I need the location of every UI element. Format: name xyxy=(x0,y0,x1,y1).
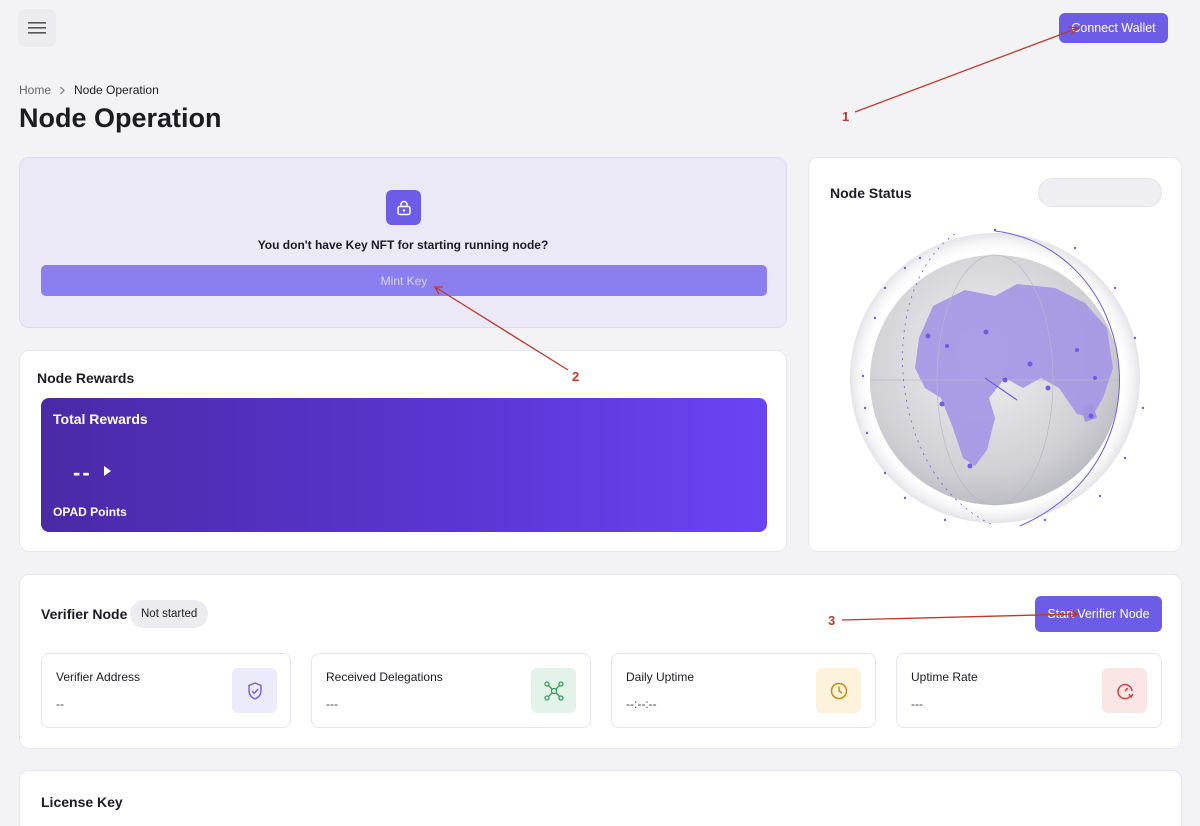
verifier-node-card: Verifier Node Not started Start Verifier… xyxy=(19,574,1182,749)
annotation-1: 1 xyxy=(842,109,850,124)
stat-uptime-rate: Uptime Rate --- xyxy=(896,653,1162,728)
breadcrumb: Home Node Operation xyxy=(19,83,159,97)
stat-value: --:--:-- xyxy=(626,697,657,711)
node-status-selector[interactable] xyxy=(1038,178,1162,207)
hamburger-icon xyxy=(28,22,46,34)
shield-check-icon xyxy=(232,668,277,713)
mint-message: You don't have Key NFT for starting runn… xyxy=(257,238,549,252)
stat-label: Daily Uptime xyxy=(626,670,695,684)
start-verifier-node-button[interactable]: Start Verifier Node xyxy=(1035,596,1162,632)
node-rewards-card: Node Rewards Total Rewards -- OPAD Point… xyxy=(19,350,787,552)
total-rewards-value: -- xyxy=(73,460,92,485)
connect-wallet-button[interactable]: Connect Wallet xyxy=(1059,13,1168,43)
page-title: Node Operation xyxy=(19,103,222,133)
stat-received-delegations: Received Delegations --- xyxy=(311,653,591,728)
verifier-node-title: Verifier Node xyxy=(41,606,128,622)
stat-daily-uptime: Daily Uptime --:--:-- xyxy=(611,653,876,728)
node-rewards-title: Node Rewards xyxy=(37,370,135,386)
stat-value: --- xyxy=(911,697,923,711)
clock-icon xyxy=(816,668,861,713)
stat-value: -- xyxy=(56,697,64,711)
chevron-right-icon xyxy=(60,86,65,94)
play-icon xyxy=(104,466,111,476)
lock-icon xyxy=(386,190,421,225)
mint-key-card: You don't have Key NFT for starting runn… xyxy=(19,157,787,328)
total-rewards-panel: Total Rewards -- OPAD Points xyxy=(41,398,767,532)
annotation-3: 3 xyxy=(828,613,836,628)
annotation-2: 2 xyxy=(572,369,580,384)
breadcrumb-current: Node Operation xyxy=(74,83,159,97)
rewards-unit: OPAD Points xyxy=(53,505,127,519)
menu-button[interactable] xyxy=(18,9,56,47)
stat-verifier-address: Verifier Address -- xyxy=(41,653,291,728)
stat-value: --- xyxy=(326,697,338,711)
gauge-icon xyxy=(1102,668,1147,713)
globe-illustration xyxy=(850,228,1145,527)
node-status-title: Node Status xyxy=(830,185,912,201)
license-key-title: License Key xyxy=(41,794,123,810)
mint-key-button[interactable]: Mint Key xyxy=(41,265,767,296)
total-rewards-label: Total Rewards xyxy=(53,411,148,427)
node-status-card: Node Status xyxy=(808,157,1182,552)
status-badge: Not started xyxy=(130,600,209,628)
stat-label: Verifier Address xyxy=(56,670,141,684)
breadcrumb-home[interactable]: Home xyxy=(19,83,51,97)
stat-label: Uptime Rate xyxy=(911,670,978,684)
stat-label: Received Delegations xyxy=(326,670,443,684)
network-icon xyxy=(531,668,576,713)
license-key-card: License Key xyxy=(19,770,1182,826)
